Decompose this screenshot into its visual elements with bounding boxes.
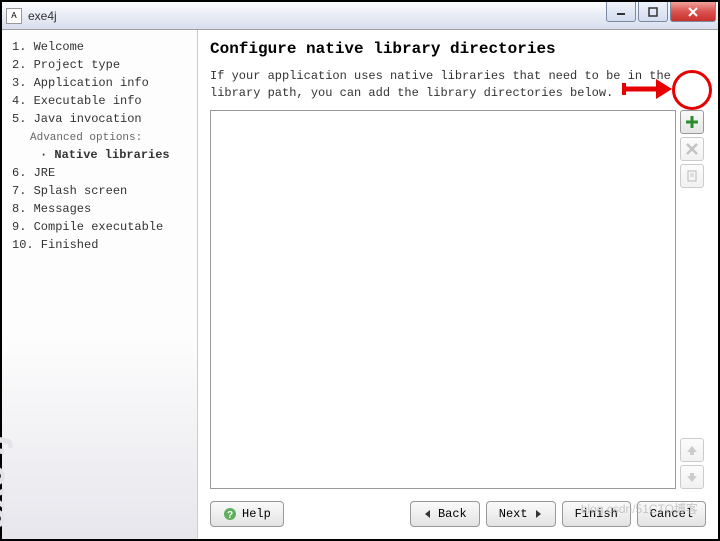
move-down-button[interactable] <box>680 465 704 489</box>
help-label: Help <box>242 507 271 521</box>
wizard-buttons: ? Help Back Next Finish Cancel <box>210 497 706 529</box>
add-button[interactable] <box>680 110 704 134</box>
directory-list[interactable] <box>210 110 676 489</box>
svg-text:?: ? <box>227 510 233 521</box>
sidebar-logo: exe4j <box>0 434 14 529</box>
step-finished[interactable]: 10. Finished <box>12 236 187 254</box>
page-description: If your application uses native librarie… <box>210 68 706 102</box>
step-messages[interactable]: 8. Messages <box>12 200 187 218</box>
main-panel: Configure native library directories If … <box>198 30 718 539</box>
finish-label: Finish <box>575 507 618 521</box>
close-button[interactable] <box>670 2 716 22</box>
content-area: 1. Welcome 2. Project type 3. Applicatio… <box>2 30 718 539</box>
x-icon <box>685 142 699 156</box>
step-list: 1. Welcome 2. Project type 3. Applicatio… <box>12 38 187 254</box>
cancel-label: Cancel <box>650 507 693 521</box>
help-button[interactable]: ? Help <box>210 501 284 527</box>
arrow-up-icon <box>685 443 699 457</box>
remove-button[interactable] <box>680 137 704 161</box>
plus-icon <box>684 114 700 130</box>
step-native-libraries[interactable]: · Native libraries <box>12 146 187 164</box>
step-project-type[interactable]: 2. Project type <box>12 56 187 74</box>
step-executable-info[interactable]: 4. Executable info <box>12 92 187 110</box>
step-java-invocation[interactable]: 5. Java invocation <box>12 110 187 128</box>
finish-button[interactable]: Finish <box>562 501 631 527</box>
step-compile-executable[interactable]: 9. Compile executable <box>12 218 187 236</box>
wizard-sidebar: 1. Welcome 2. Project type 3. Applicatio… <box>2 30 198 539</box>
titlebar: A exe4j <box>2 2 718 30</box>
step-splash-screen[interactable]: 7. Splash screen <box>12 182 187 200</box>
app-icon: A <box>6 8 22 24</box>
step-jre[interactable]: 6. JRE <box>12 164 187 182</box>
document-icon <box>685 169 699 183</box>
back-button[interactable]: Back <box>410 501 480 527</box>
next-label: Next <box>499 507 528 521</box>
minimize-button[interactable] <box>606 2 636 22</box>
list-buttons <box>680 110 706 489</box>
directory-list-area <box>210 110 706 489</box>
step-application-info[interactable]: 3. Application info <box>12 74 187 92</box>
edit-button[interactable] <box>680 164 704 188</box>
cancel-button[interactable]: Cancel <box>637 501 706 527</box>
move-up-button[interactable] <box>680 438 704 462</box>
maximize-button[interactable] <box>638 2 668 22</box>
advanced-options-label: Advanced options: <box>12 130 187 146</box>
back-label: Back <box>438 507 467 521</box>
help-icon: ? <box>223 507 237 521</box>
arrow-down-icon <box>685 470 699 484</box>
page-title: Configure native library directories <box>210 40 706 58</box>
step-welcome[interactable]: 1. Welcome <box>12 38 187 56</box>
next-button[interactable]: Next <box>486 501 556 527</box>
window-controls <box>606 2 716 22</box>
back-arrow-icon <box>423 509 433 519</box>
next-arrow-icon <box>533 509 543 519</box>
